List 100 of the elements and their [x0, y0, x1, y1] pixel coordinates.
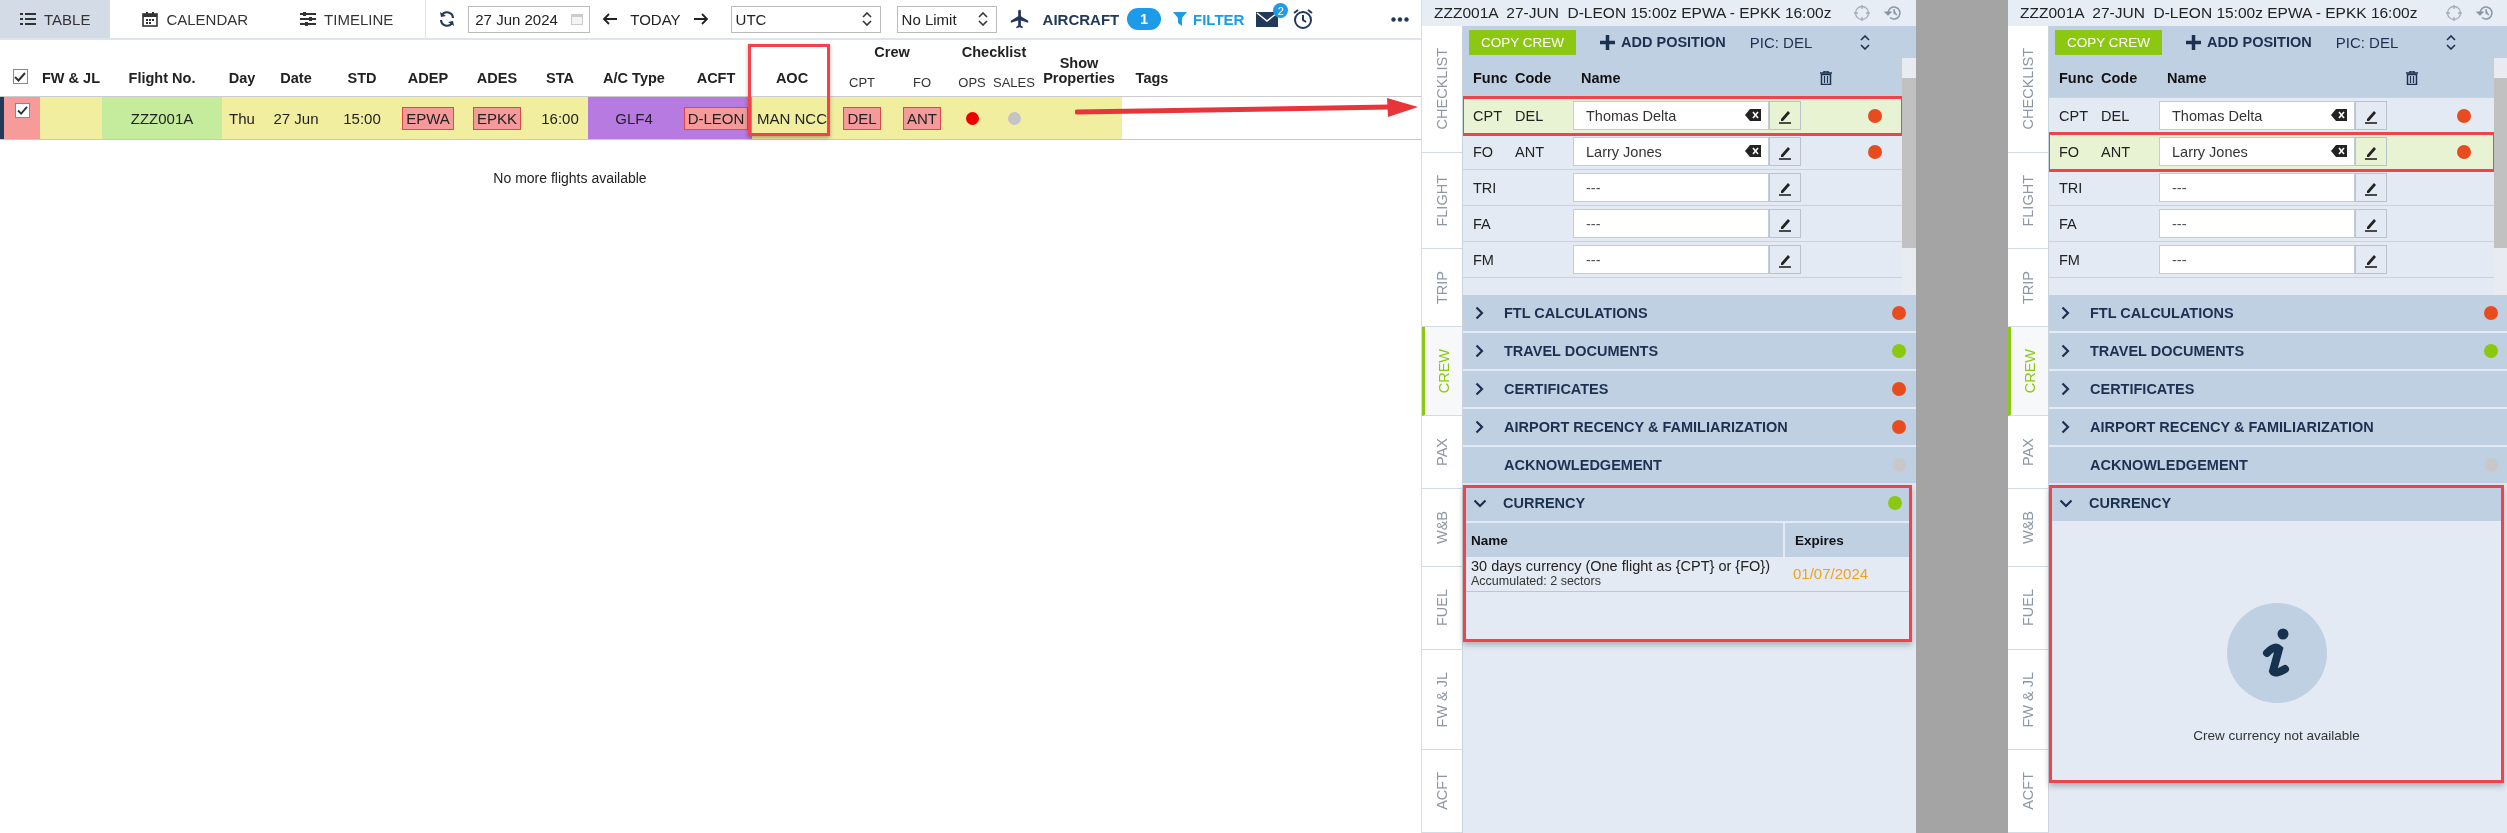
chevron-right-icon — [2061, 382, 2070, 397]
column-header[interactable]: A/C Type — [603, 70, 665, 86]
backspace-icon[interactable] — [2331, 109, 2347, 122]
column-header[interactable]: Tags — [1135, 70, 1169, 86]
column-header: FO — [911, 75, 933, 90]
crew-row[interactable]: TRI --- — [2049, 170, 2494, 207]
history-icon[interactable] — [2476, 5, 2494, 22]
column-header[interactable]: STD — [347, 70, 377, 86]
column-header[interactable]: ADES — [476, 70, 518, 86]
table-cell: ANT — [2101, 143, 2130, 160]
column-header[interactable]: STA — [546, 70, 574, 86]
section-header[interactable]: CERTIFICATES — [1463, 371, 1916, 410]
section-header[interactable]: ACKNOWLEDGEMENT — [1463, 447, 1916, 486]
refresh-icon[interactable] — [438, 10, 457, 28]
name-field[interactable]: Thomas Delta — [2159, 101, 2355, 131]
edit-button[interactable] — [1769, 101, 1801, 131]
section-header[interactable]: CURRENCY — [2049, 485, 2504, 524]
crew-row[interactable]: TRI --- — [1463, 170, 1902, 207]
crew-row[interactable]: FM --- — [1463, 242, 1902, 279]
edit-button[interactable] — [2355, 245, 2387, 275]
pic-label: PIC: DEL — [2335, 33, 2399, 51]
chevron-updown-icon — [861, 12, 872, 26]
section-header[interactable]: TRAVEL DOCUMENTS — [2049, 333, 2507, 372]
flight-row[interactable]: ZZZ001A Thu 27 Jun 15:00 EPWA EPKK 16:00 GLF4 D-LEON MAN NCC DEL ANT — [0, 97, 1421, 140]
column-header[interactable]: Show Properties — [1036, 55, 1122, 86]
column-header[interactable]: Flight No. — [128, 70, 196, 86]
column-header[interactable]: Date — [280, 70, 312, 86]
section-header[interactable]: TRAVEL DOCUMENTS — [1463, 333, 1916, 372]
section-header[interactable]: AIRPORT RECENCY & FAMILIARIZATION — [1463, 409, 1916, 448]
name-field[interactable]: --- — [2159, 245, 2355, 275]
section-header[interactable]: FTL CALCULATIONS — [2049, 295, 2507, 334]
table-cell: DEL — [2101, 107, 2130, 124]
crew-row[interactable]: CPT DEL Thomas Delta — [1463, 98, 1902, 135]
arrow-left-icon[interactable] — [602, 12, 619, 26]
history-icon[interactable] — [1884, 5, 1902, 22]
name-field[interactable]: Larry Jones — [2159, 137, 2355, 167]
edit-button[interactable] — [1769, 245, 1801, 275]
trash-icon[interactable] — [1819, 70, 1832, 85]
section-header[interactable]: ACKNOWLEDGEMENT — [2049, 447, 2507, 486]
scrollbar[interactable] — [2494, 58, 2507, 296]
currency-detail: Accumulated: 2 sectors — [1471, 574, 1602, 589]
crew-row[interactable]: FA --- — [1463, 206, 1902, 243]
backspace-icon[interactable] — [1745, 109, 1761, 122]
chevron-updown-icon[interactable] — [2446, 34, 2457, 50]
aircraft-button[interactable]: AIRCRAFT — [1042, 10, 1120, 28]
column-group-header: Checklist — [961, 44, 1027, 60]
chevron-updown-icon[interactable] — [1860, 34, 1871, 50]
scrollbar[interactable] — [1902, 58, 1916, 296]
name-field[interactable]: --- — [2159, 173, 2355, 203]
crew-row[interactable]: FO ANT Larry Jones — [1463, 134, 1902, 171]
edit-button[interactable] — [1769, 137, 1801, 167]
section-header[interactable]: CURRENCY — [1463, 485, 1912, 524]
edit-button[interactable] — [2355, 101, 2387, 131]
column-header[interactable]: ADEP — [407, 70, 449, 86]
edit-button[interactable] — [2355, 209, 2387, 239]
header-checkbox[interactable] — [12, 69, 28, 84]
view-tab[interactable]: TABLE — [0, 0, 111, 38]
backspace-icon[interactable] — [1745, 145, 1761, 158]
arrow-right-icon[interactable] — [692, 12, 709, 26]
timezone-select[interactable]: UTC — [730, 5, 881, 33]
backspace-icon[interactable] — [2331, 145, 2347, 158]
edit-button[interactable] — [2355, 137, 2387, 167]
date-field[interactable]: 27 Jun 2024 — [468, 5, 591, 33]
name-field[interactable]: --- — [1573, 173, 1769, 203]
trash-icon[interactable] — [2405, 70, 2418, 85]
column-header[interactable]: AOC — [775, 70, 809, 86]
section-header[interactable]: CERTIFICATES — [2049, 371, 2507, 410]
section-header[interactable]: AIRPORT RECENCY & FAMILIARIZATION — [2049, 409, 2507, 448]
column-header[interactable]: ACFT — [696, 70, 736, 86]
row-checkbox[interactable] — [14, 103, 30, 118]
airplane-icon — [1008, 8, 1031, 30]
name-field[interactable]: --- — [1573, 245, 1769, 275]
code-tag: EPKK — [473, 106, 521, 130]
edit-button[interactable] — [1769, 209, 1801, 239]
column-header: Func — [2058, 69, 2095, 86]
alarm-clock-icon[interactable] — [1292, 8, 1315, 30]
limit-select[interactable]: No Limit — [896, 5, 997, 33]
crew-row[interactable]: FA --- — [2049, 206, 2494, 243]
crew-row[interactable]: FM --- — [2049, 242, 2494, 279]
name-field[interactable]: --- — [1573, 209, 1769, 239]
column-header: Code — [1514, 69, 1553, 86]
code-tag: D-LEON — [683, 106, 749, 130]
name-field[interactable]: --- — [2159, 209, 2355, 239]
code-tag: EPWA — [402, 106, 454, 130]
crew-row[interactable]: FO ANT Larry Jones — [2049, 134, 2494, 171]
name-field[interactable]: Larry Jones — [1573, 137, 1769, 167]
column-header[interactable]: FW & JL — [42, 70, 100, 86]
column-header[interactable]: Day — [228, 70, 256, 86]
view-tab[interactable]: TIMELINE — [280, 0, 414, 38]
more-icon[interactable] — [1391, 16, 1409, 22]
view-tab[interactable]: CALENDAR — [122, 0, 269, 38]
add-position-button[interactable]: ADD POSITION — [1594, 33, 1732, 52]
name-field[interactable]: Thomas Delta — [1573, 101, 1769, 131]
edit-button[interactable] — [1769, 173, 1801, 203]
section-header[interactable]: FTL CALCULATIONS — [1463, 295, 1916, 334]
today-button[interactable]: TODAY — [630, 10, 681, 28]
edit-button[interactable] — [2355, 173, 2387, 203]
add-position-button[interactable]: ADD POSITION — [2180, 33, 2318, 52]
chevron-down-icon — [1473, 498, 1487, 508]
chevron-right-icon — [1475, 344, 1484, 359]
